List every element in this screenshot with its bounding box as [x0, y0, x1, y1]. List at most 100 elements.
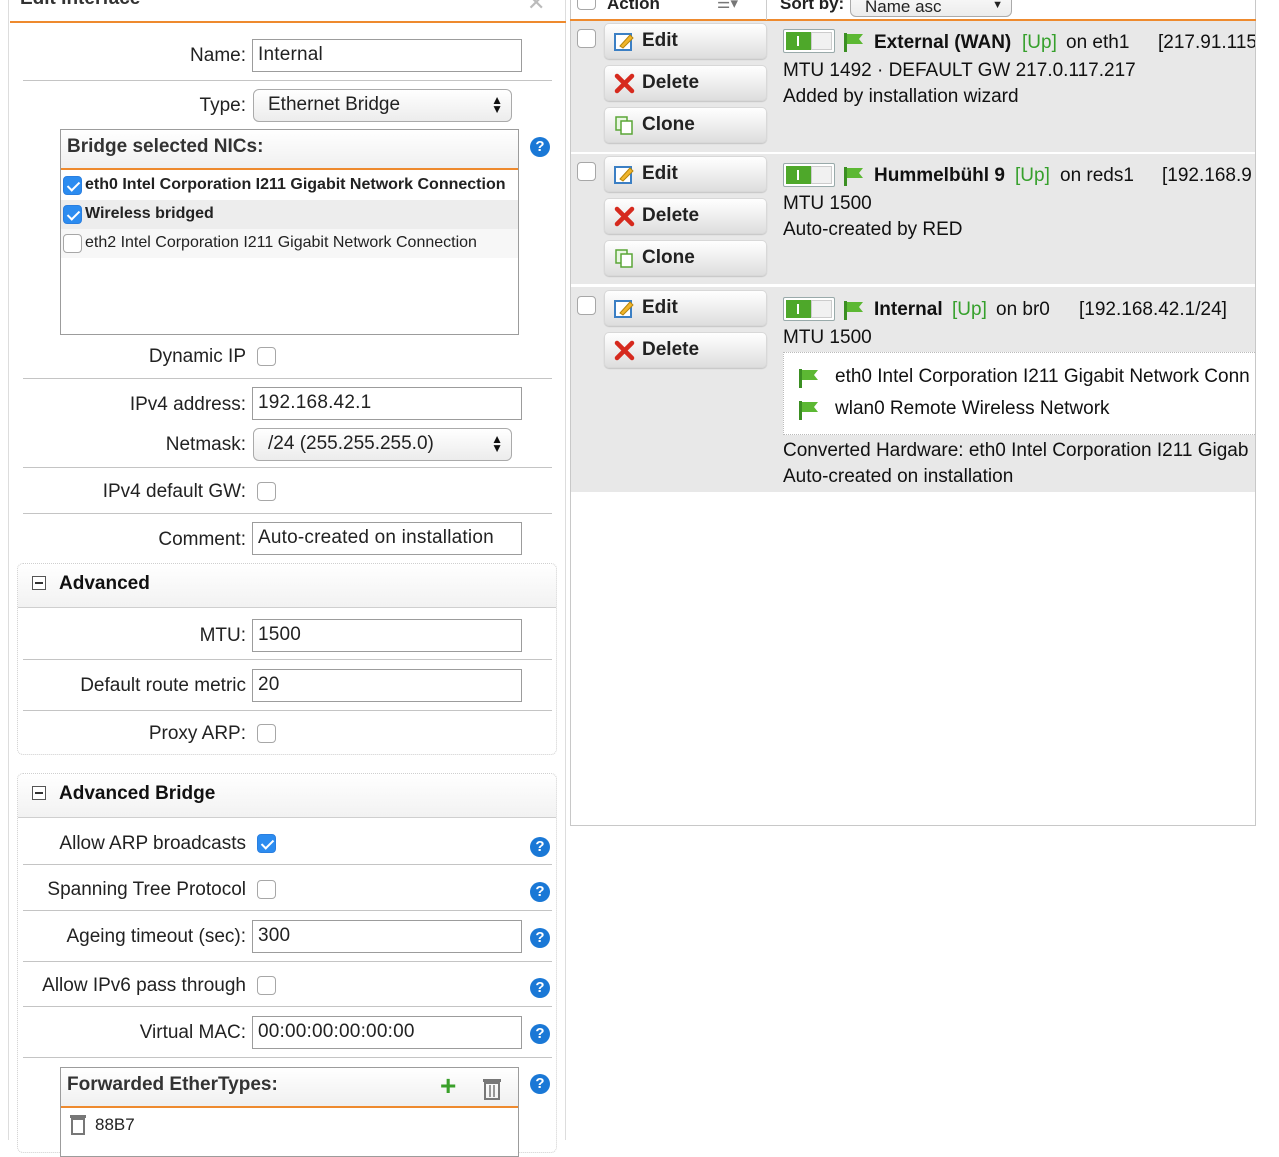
default-route-metric-input[interactable]: 20 — [252, 669, 522, 702]
mtu-input[interactable]: 1500 — [252, 619, 522, 652]
proxy-arp-checkbox[interactable] — [257, 724, 276, 743]
netmask-label: Netmask: — [165, 434, 246, 455]
divider — [23, 80, 552, 81]
bridge-nics-title: Bridge selected NICs: — [67, 136, 264, 157]
row-checkbox[interactable] — [577, 162, 596, 181]
clone-label: Clone — [642, 247, 695, 268]
bridge-nics-list: Bridge selected NICs: eth0 Intel Corpora… — [60, 129, 519, 335]
name-input[interactable]: Internal — [252, 39, 522, 72]
nic-row-wireless[interactable]: Wireless bridged — [61, 200, 518, 229]
row-checkbox[interactable] — [577, 29, 596, 48]
clone-icon — [615, 116, 633, 135]
help-icon[interactable]: ? — [530, 837, 550, 857]
enable-toggle[interactable] — [783, 29, 835, 53]
nic-row-eth2[interactable]: eth2 Intel Corporation I211 Gigabit Netw… — [61, 229, 518, 258]
delete-button[interactable]: Delete — [604, 332, 767, 368]
advanced-bridge-section-header[interactable]: Advanced Bridge — [18, 774, 556, 818]
nic-wireless-checkbox[interactable] — [63, 205, 82, 224]
bridge-nics-header: Bridge selected NICs: — [61, 130, 518, 170]
ethertypes-header: Forwarded EtherTypes: + — [61, 1068, 518, 1108]
trash-icon[interactable] — [69, 1113, 87, 1141]
help-icon[interactable]: ? — [530, 882, 550, 902]
divider — [23, 710, 552, 711]
select-arrows-icon: ▲ ▼ — [491, 432, 503, 455]
interface-comment-2: Auto-created on installation — [783, 466, 1014, 487]
interface-address: [192.168.9 — [1162, 165, 1252, 186]
edit-label: Edit — [642, 297, 678, 318]
member-flag-icon — [799, 369, 818, 388]
delete-button[interactable]: Delete — [604, 65, 767, 101]
default-route-metric-label: Default route metric — [80, 675, 246, 696]
delete-x-icon — [614, 206, 635, 227]
edit-button[interactable]: Edit — [604, 156, 767, 192]
divider — [23, 961, 552, 962]
interface-address: [217.91.115 — [1158, 32, 1255, 53]
ethertype-item[interactable]: 88B7 — [67, 1113, 507, 1139]
enable-toggle[interactable] — [783, 163, 835, 187]
help-icon[interactable]: ? — [530, 978, 550, 998]
divider — [23, 910, 552, 911]
edit-button[interactable]: Edit — [604, 23, 767, 59]
nic-eth0-checkbox[interactable] — [63, 176, 82, 195]
delete-x-icon — [614, 340, 635, 361]
sort-select-value: Name asc — [865, 0, 942, 16]
interface-status: [Up] — [1015, 165, 1050, 186]
trash-icon[interactable] — [481, 1076, 503, 1106]
forwarded-ethertypes-list: Forwarded EtherTypes: + 88B7 — [60, 1067, 519, 1157]
interface-name: External (WAN) — [874, 32, 1012, 53]
help-icon[interactable]: ? — [530, 137, 550, 157]
divider — [23, 864, 552, 865]
nic-row-eth0[interactable]: eth0 Intel Corporation I211 Gigabit Netw… — [61, 171, 518, 200]
clone-button[interactable]: Clone — [604, 240, 767, 276]
ageing-timeout-input[interactable]: 300 — [252, 920, 522, 953]
help-icon[interactable]: ? — [530, 1074, 550, 1094]
enable-toggle[interactable] — [783, 297, 835, 321]
help-icon[interactable]: ? — [530, 1024, 550, 1044]
sort-select[interactable]: Name asc ▼ — [850, 0, 1012, 17]
column-menu-icon[interactable]: ☰▾ — [717, 0, 738, 12]
divider — [23, 1006, 552, 1007]
nic-eth0-label: eth0 Intel Corporation I211 Gigabit Netw… — [85, 176, 506, 193]
interface-address: [192.168.42.1/24] — [1079, 299, 1227, 320]
row-checkbox[interactable] — [577, 296, 596, 315]
clone-button[interactable]: Clone — [604, 107, 767, 143]
collapse-icon[interactable] — [32, 786, 46, 800]
dialog-title: Edit Interface — [20, 0, 140, 10]
interface-on: on reds1 — [1060, 165, 1134, 186]
select-arrows-icon: ▲ ▼ — [491, 93, 503, 116]
comment-input[interactable]: Auto-created on installation — [252, 522, 522, 555]
header-divider — [766, 0, 767, 20]
divider — [23, 378, 552, 379]
nic-eth2-checkbox[interactable] — [63, 234, 82, 253]
type-select[interactable]: Ethernet Bridge ▲ ▼ — [253, 89, 512, 122]
edit-label: Edit — [642, 30, 678, 51]
netmask-select[interactable]: /24 (255.255.255.0) ▲ ▼ — [253, 428, 512, 461]
allow-ipv6-checkbox[interactable] — [257, 976, 276, 995]
ipv4-default-gw-checkbox[interactable] — [257, 482, 276, 501]
allow-arp-label: Allow ARP broadcasts — [59, 833, 246, 854]
edit-button[interactable]: Edit — [604, 290, 767, 326]
select-all-checkbox[interactable] — [577, 0, 596, 10]
type-select-value: Ethernet Bridge — [268, 94, 401, 115]
allow-arp-checkbox[interactable] — [257, 834, 276, 853]
allow-ipv6-label: Allow IPv6 pass through — [42, 975, 246, 996]
delete-label: Delete — [642, 72, 700, 93]
interface-flag-icon — [844, 301, 863, 320]
sort-label: Sort by: — [780, 0, 845, 13]
chevron-down-icon: ▼ — [992, 0, 1003, 11]
dynamic-ip-checkbox[interactable] — [257, 347, 276, 366]
member-item: wlan0 Remote Wireless Network — [835, 398, 1110, 419]
virtual-mac-input[interactable]: 00:00:00:00:00:00 — [252, 1016, 522, 1049]
delete-button[interactable]: Delete — [604, 198, 767, 234]
ipv4-address-input[interactable]: 192.168.42.1 — [252, 387, 522, 420]
dynamic-ip-label: Dynamic IP — [148, 346, 246, 367]
collapse-icon[interactable] — [32, 576, 46, 590]
add-icon[interactable]: + — [440, 1070, 456, 1102]
ethertypes-title: Forwarded EtherTypes: — [67, 1074, 278, 1095]
spanning-tree-checkbox[interactable] — [257, 880, 276, 899]
help-icon[interactable]: ? — [530, 928, 550, 948]
ipv4-address-label: IPv4 address: — [129, 394, 246, 415]
dialog-close-icon[interactable]: ✕ — [527, 0, 545, 16]
divider — [23, 513, 552, 514]
advanced-section-header[interactable]: Advanced — [18, 564, 556, 608]
